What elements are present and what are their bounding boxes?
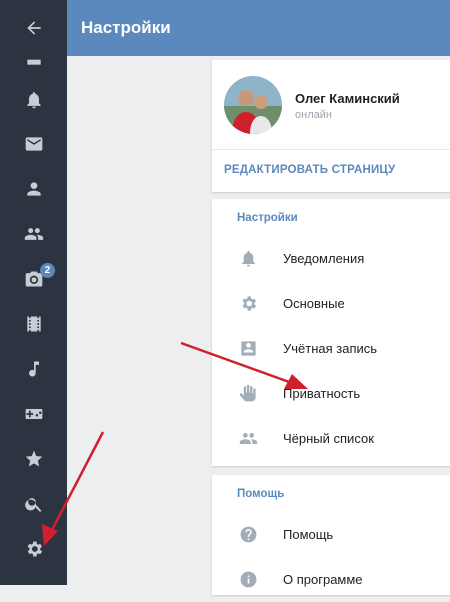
hand-icon [239, 384, 256, 402]
menu-item-about[interactable]: О программе [212, 558, 450, 602]
sidebar-item-messages[interactable] [0, 122, 67, 166]
menu-item-blacklist[interactable]: Чёрный список [212, 417, 450, 461]
music-icon [28, 361, 39, 377]
gear-icon [27, 541, 42, 557]
menu-item-notifications[interactable]: Уведомления [212, 237, 450, 281]
sidebar-item-news[interactable] [0, 36, 67, 80]
bell-icon [242, 250, 255, 267]
account-card-icon [241, 341, 256, 356]
menu-item-label: Основные [283, 296, 345, 311]
menu-item-general[interactable]: Основные [212, 282, 450, 326]
menu-item-label: Приватность [283, 386, 361, 401]
gamepad-icon [25, 409, 42, 419]
sidebar-item-search[interactable] [0, 482, 67, 526]
blocked-people-icon [239, 432, 258, 445]
sidebar-item-videos[interactable] [0, 302, 67, 346]
mail-icon [25, 137, 42, 151]
profile-name[interactable]: Олег Каминский [295, 91, 400, 106]
edit-page-link[interactable]: РЕДАКТИРОВАТЬ СТРАНИЦУ [224, 164, 395, 176]
info-icon [240, 571, 257, 588]
menu-item-account[interactable]: Учётная запись [212, 327, 450, 371]
sidebar-item-profile[interactable] [0, 167, 67, 211]
settings-card: Настройки Уведомления Основные Учётная з… [212, 199, 450, 466]
menu-item-label: Помощь [283, 527, 334, 542]
sidebar-item-settings[interactable] [0, 527, 67, 571]
left-sidebar: 2 [0, 0, 67, 585]
search-icon [24, 498, 41, 512]
menu-item-help[interactable]: Помощь [212, 513, 450, 557]
star-icon [25, 450, 42, 467]
sidebar-item-games[interactable] [0, 392, 67, 436]
sidebar-item-music[interactable] [0, 347, 67, 391]
person-icon [26, 182, 41, 196]
help-card: Помощь Помощь О программе [212, 475, 450, 595]
sidebar-item-friends[interactable] [0, 212, 67, 256]
news-icon [26, 59, 41, 65]
gear-icon [242, 296, 257, 311]
menu-item-privacy[interactable]: Приватность [212, 372, 450, 416]
section-title-settings: Настройки [237, 212, 298, 224]
sidebar-item-bookmarks[interactable] [0, 437, 67, 481]
back-arrow-icon [26, 21, 41, 35]
question-icon [240, 526, 257, 543]
avatar[interactable] [224, 76, 282, 134]
top-bar: Настройки [67, 0, 450, 56]
friends-icon [24, 228, 43, 240]
bell-icon [26, 92, 41, 109]
menu-item-label: Учётная запись [283, 341, 378, 356]
profile-card: Олег Каминский онлайн РЕДАКТИРОВАТЬ СТРА… [212, 60, 450, 192]
menu-item-label: Уведомления [283, 251, 365, 266]
photos-badge: 2 [40, 263, 55, 278]
divider [212, 149, 450, 150]
section-title-help: Помощь [237, 488, 285, 500]
film-icon [26, 316, 41, 332]
menu-item-label: Чёрный список [283, 431, 374, 446]
sidebar-item-photos[interactable]: 2 [0, 257, 67, 301]
profile-status: онлайн [295, 109, 332, 121]
sidebar-item-notifications[interactable] [0, 78, 67, 122]
page-title: Настройки [81, 18, 171, 37]
